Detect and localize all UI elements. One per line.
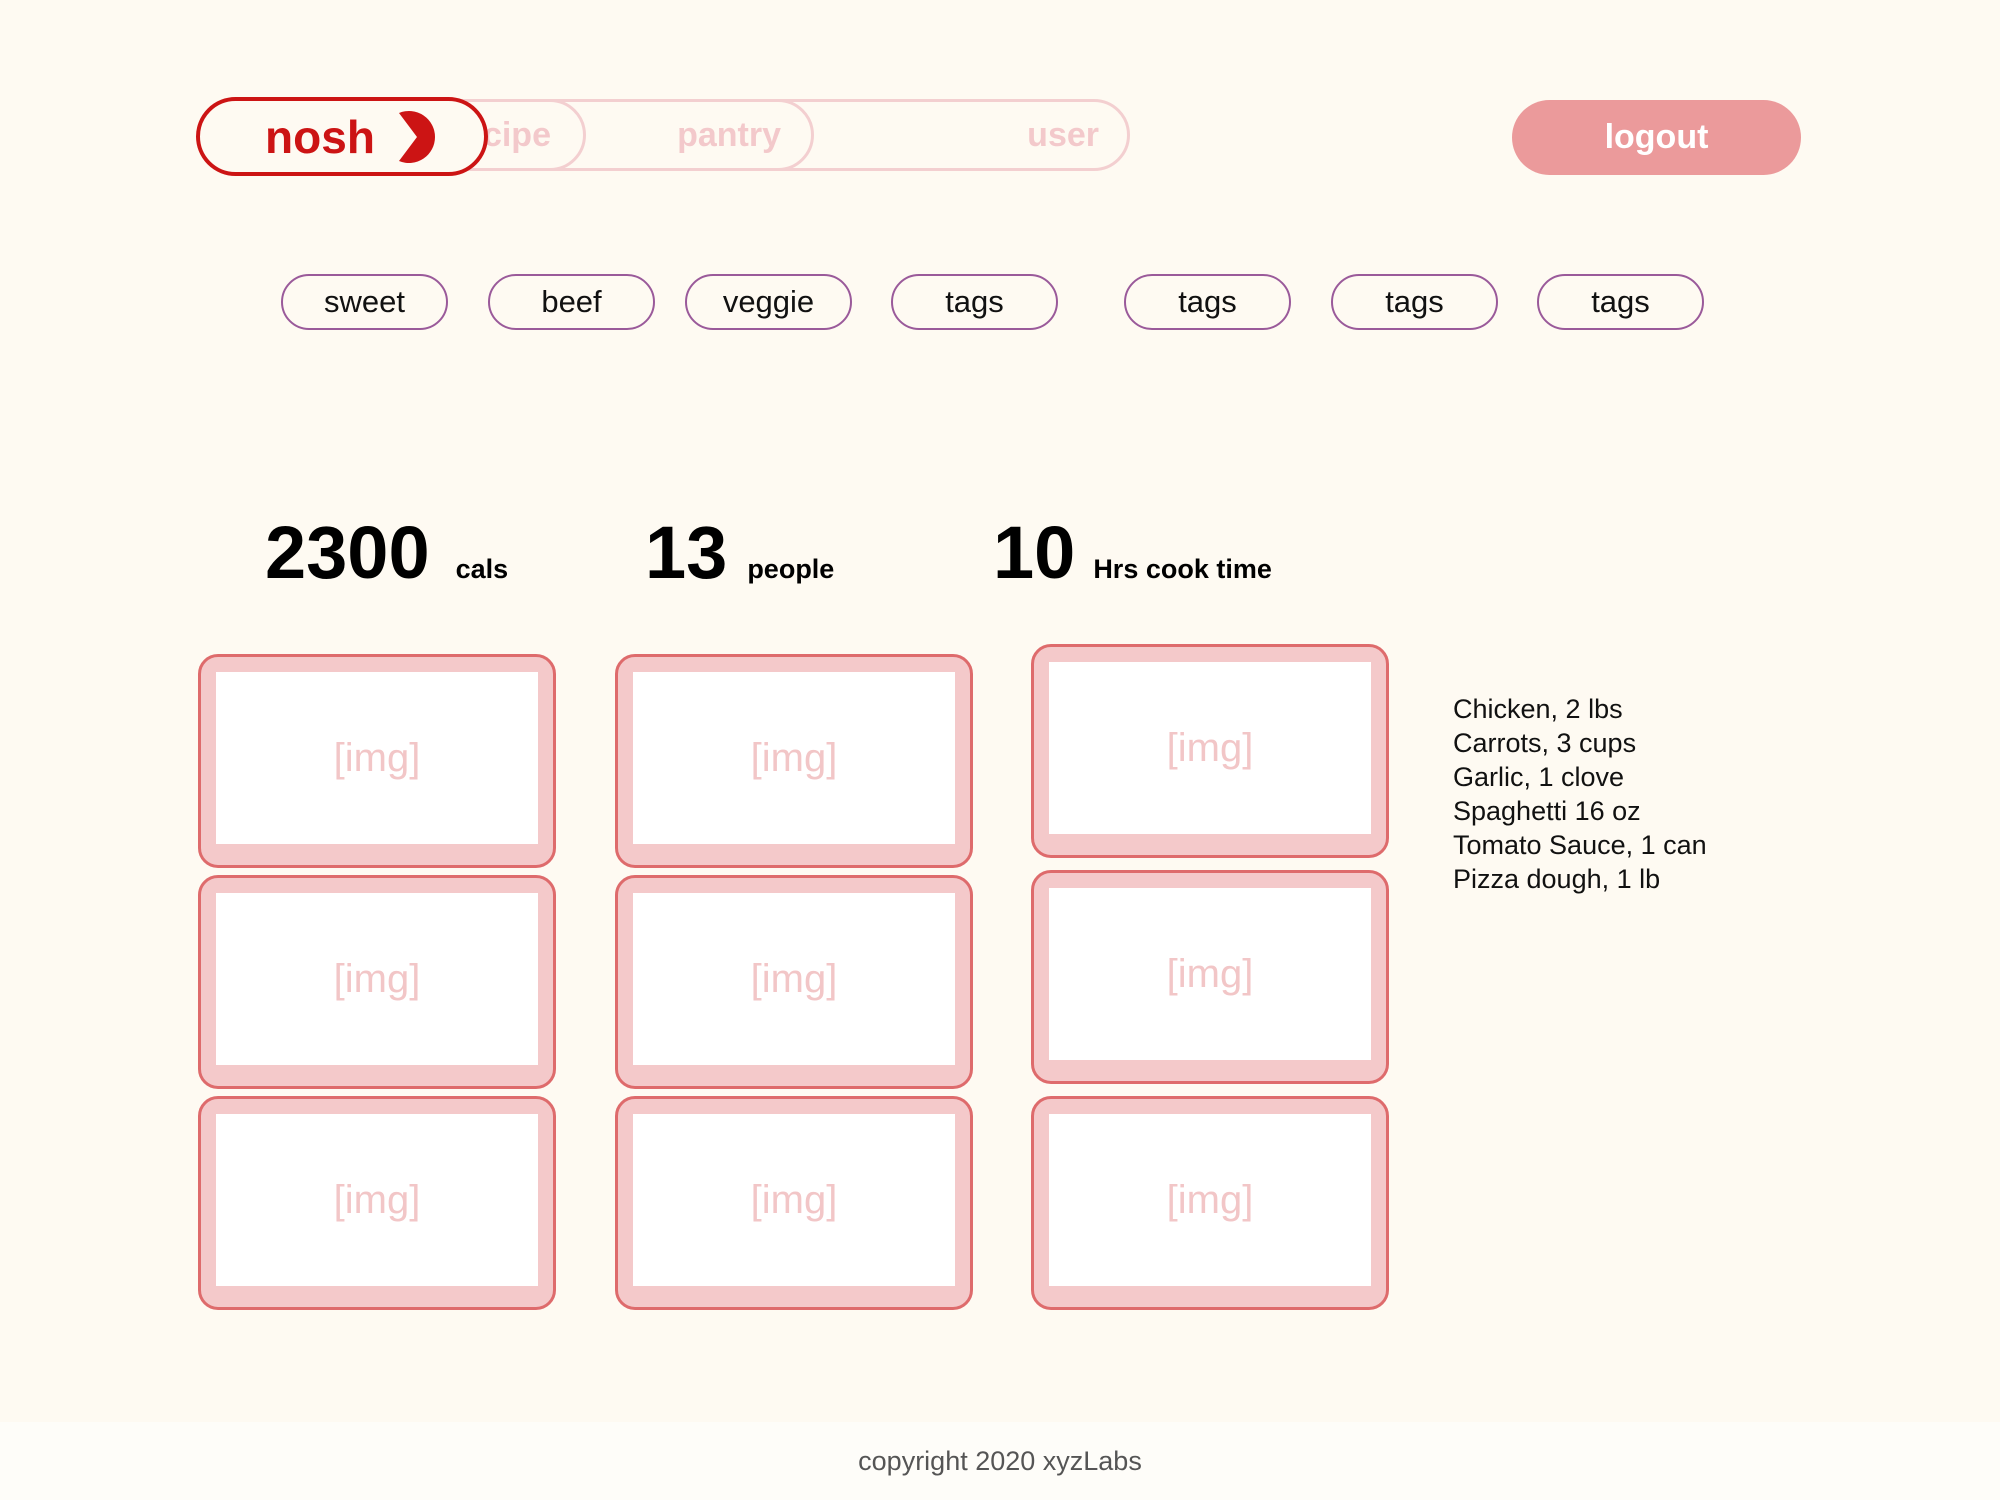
- image-placeholder: [img]: [633, 1114, 955, 1286]
- tag-generic-3[interactable]: tags: [1331, 274, 1498, 330]
- nav-tab-pantry-label: pantry: [677, 115, 781, 154]
- image-placeholder: [img]: [633, 893, 955, 1065]
- footer: copyright 2020 xyzLabs: [0, 1422, 2000, 1500]
- stat-servings-unit: people: [747, 554, 835, 584]
- image-placeholder: [img]: [1049, 888, 1371, 1060]
- recipe-image-card[interactable]: [img]: [198, 654, 556, 868]
- recipe-image-card[interactable]: [img]: [615, 1096, 973, 1310]
- tag-beef[interactable]: beef: [488, 274, 655, 330]
- tag-generic-4[interactable]: tags: [1537, 274, 1704, 330]
- image-placeholder: [img]: [216, 893, 538, 1065]
- recipe-image-card[interactable]: [img]: [615, 654, 973, 868]
- tag-label: beef: [541, 284, 602, 319]
- ingredient-item: Spaghetti 16 oz: [1453, 796, 1641, 826]
- stat-cook-time-unit: Hrs cook time: [1093, 554, 1272, 584]
- ingredient-list: Chicken, 2 lbs Carrots, 3 cups Garlic, 1…: [1453, 692, 1707, 896]
- ingredient-item: Chicken, 2 lbs: [1453, 694, 1623, 724]
- chomp-logo-icon: [393, 109, 441, 165]
- logout-button[interactable]: logout: [1512, 100, 1801, 175]
- ingredient-item: Tomato Sauce, 1 can: [1453, 830, 1707, 860]
- recipe-image-card[interactable]: [img]: [615, 875, 973, 1089]
- ingredient-item: Pizza dough, 1 lb: [1453, 864, 1661, 894]
- stat-servings-value: 13: [645, 511, 728, 594]
- stat-cook-time-value: 10: [993, 511, 1076, 594]
- brand-name: nosh: [265, 110, 375, 163]
- image-placeholder: [img]: [216, 672, 538, 844]
- tag-label: tags: [1385, 284, 1444, 319]
- tag-veggie[interactable]: veggie: [685, 274, 852, 330]
- logout-label: logout: [1604, 118, 1709, 156]
- tag-label: tags: [1591, 284, 1650, 319]
- image-placeholder: [img]: [1049, 662, 1371, 834]
- nav-tab-nosh-home[interactable]: nosh: [196, 97, 488, 176]
- stat-calories-value: 2300: [265, 511, 430, 594]
- recipe-image-card[interactable]: [img]: [1031, 870, 1389, 1084]
- tag-label: sweet: [324, 284, 405, 319]
- tag-label: tags: [1178, 284, 1237, 319]
- image-placeholder: [img]: [1049, 1114, 1371, 1286]
- stat-cook-time: 10 Hrs cook time: [993, 510, 1272, 595]
- recipe-image-card[interactable]: [img]: [198, 1096, 556, 1310]
- stat-calories: 2300 cals: [265, 510, 508, 595]
- nav-tab-user-label: user: [1027, 115, 1099, 154]
- stat-calories-unit: cals: [455, 554, 509, 584]
- tag-label: veggie: [722, 284, 815, 319]
- ingredient-item: Carrots, 3 cups: [1453, 728, 1637, 758]
- tag-generic-1[interactable]: tags: [891, 274, 1058, 330]
- recipe-image-card[interactable]: [img]: [198, 875, 556, 1089]
- image-placeholder: [img]: [216, 1114, 538, 1286]
- tag-sweet[interactable]: sweet: [281, 274, 448, 330]
- tag-label: tags: [945, 284, 1004, 319]
- copyright-text: copyright 2020 xyzLabs: [858, 1445, 1142, 1476]
- main-nav: user pantry recipe nosh: [196, 97, 1130, 176]
- recipe-image-card[interactable]: [img]: [1031, 1096, 1389, 1310]
- recipe-image-card[interactable]: [img]: [1031, 644, 1389, 858]
- tag-generic-2[interactable]: tags: [1124, 274, 1291, 330]
- image-placeholder: [img]: [633, 672, 955, 844]
- stat-servings: 13 people: [645, 510, 834, 595]
- ingredient-item: Garlic, 1 clove: [1453, 762, 1625, 792]
